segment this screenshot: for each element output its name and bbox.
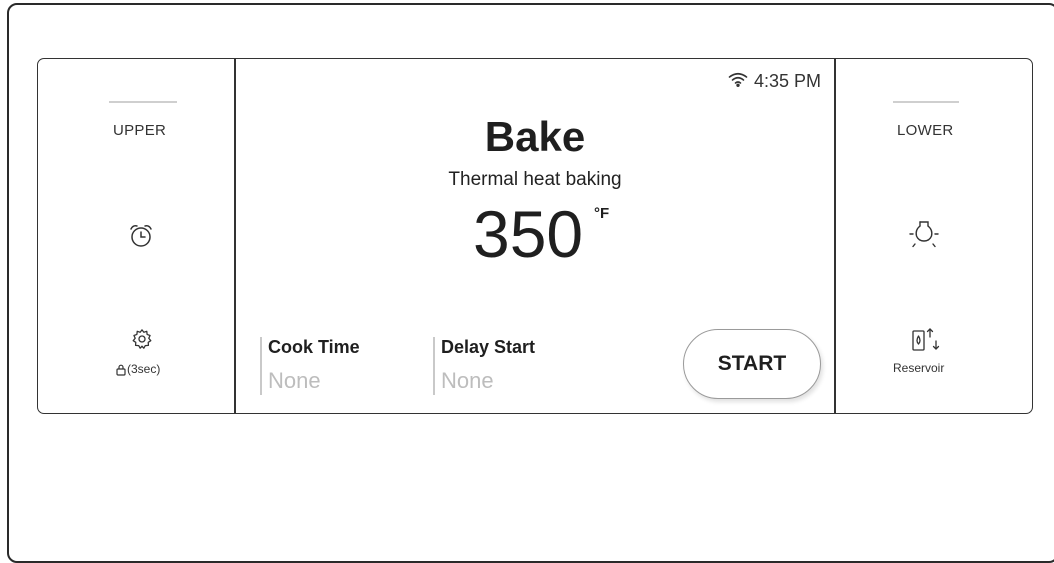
cook-time-value: None [268, 368, 321, 393]
mode-subtitle: Thermal heat baking [448, 169, 622, 190]
temperature-unit: °F [594, 205, 610, 222]
status-bar: 4:35 PM [728, 71, 821, 92]
lower-separator [893, 101, 959, 103]
gear-icon[interactable] [131, 328, 153, 355]
delay-start-label: Delay Start [441, 337, 536, 357]
start-button[interactable]: START [683, 329, 821, 399]
upper-oven-section: UPPER (3sec) [38, 59, 235, 413]
main-display: 4:35 PM Bake Thermal heat baking 350 °F … [235, 59, 835, 413]
temperature-value[interactable]: 350 [473, 196, 583, 272]
cook-time-label: Cook Time [268, 337, 360, 357]
reservoir-label: Reservoir [893, 361, 945, 375]
wifi-icon [728, 72, 748, 92]
mode-title[interactable]: Bake [235, 113, 835, 161]
clock-time: 4:35 PM [753, 71, 821, 91]
delay-start-field[interactable]: Delay Start None [433, 337, 615, 395]
delay-start-value: None [441, 368, 494, 393]
oven-light-icon[interactable] [909, 220, 939, 259]
upper-oven-label[interactable]: UPPER [113, 122, 166, 139]
lock-duration-label: (3sec) [127, 362, 161, 376]
control-panel: UPPER (3sec) 4:35 PM Bake Thermal heat b… [37, 58, 1033, 414]
alarm-clock-icon[interactable] [128, 223, 154, 254]
cook-time-field[interactable]: Cook Time None [260, 337, 422, 395]
reservoir-icon[interactable] [912, 327, 942, 360]
upper-separator [109, 101, 177, 103]
lower-oven-section: LOWER Reservoir [836, 59, 1032, 413]
lock-icon [116, 363, 126, 381]
lower-oven-label[interactable]: LOWER [897, 122, 954, 139]
